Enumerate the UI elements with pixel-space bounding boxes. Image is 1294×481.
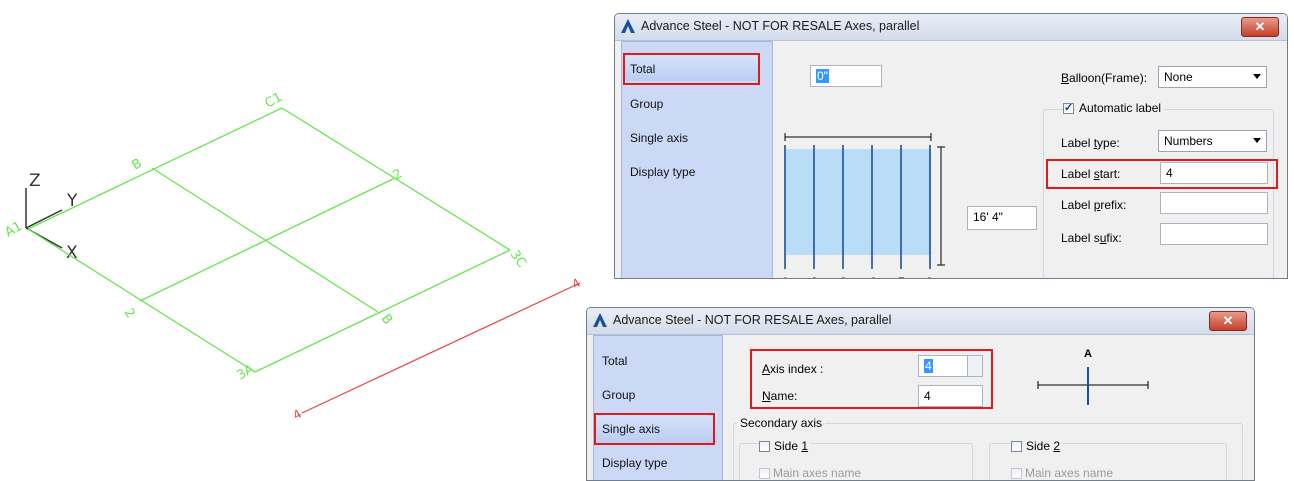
side1-checkbox[interactable] (759, 441, 770, 452)
name-value: 4 (924, 389, 931, 403)
name-input[interactable]: 4 (918, 385, 983, 407)
grid-label-3a: 3A (235, 362, 257, 384)
distance-input[interactable]: 0" (810, 65, 882, 87)
dialog1-highlight-total (623, 53, 760, 85)
grid-labels: C1 B 2 3C A1 2 B 3A (3, 90, 529, 384)
dialog1-close-button[interactable]: ✕ (1241, 17, 1279, 37)
dialog1-nav-group[interactable]: Group (630, 97, 663, 111)
label-type-select[interactable]: Numbers (1158, 130, 1267, 152)
axis-grid (27, 107, 511, 373)
secondary-axis-title: Secondary axis (737, 416, 826, 430)
width-input[interactable]: 16' 4" (967, 206, 1037, 230)
axis-number-6: 6 (926, 275, 933, 278)
red-dimension-line (301, 282, 581, 414)
axis-number-5: 5 (898, 275, 905, 278)
balloon-frame-select[interactable]: None (1158, 66, 1267, 88)
single-axis-preview (1037, 367, 1149, 405)
dialog-axes-single: Advance Steel - NOT FOR RESALE Axes, par… (586, 307, 1255, 481)
distance-value: 0" (816, 69, 829, 83)
main-axes-name-2-checkbox[interactable] (1011, 468, 1022, 479)
main-axes-name-1-label: Main axes name (773, 466, 862, 480)
side1-label: Side 1 (771, 439, 812, 453)
dialog2-titlebar[interactable]: Advance Steel - NOT FOR RESALE Axes, par… (587, 308, 1254, 335)
red-label-start: 4 (291, 407, 305, 423)
main-axes-name-2-label: Main axes name (1025, 466, 1114, 480)
dialog2-nav-total[interactable]: Total (602, 354, 627, 368)
ucs-z-label: Z (29, 171, 41, 191)
axis-number-4: 4 (869, 275, 876, 278)
dialog-axes-total: Advance Steel - NOT FOR RESALE Axes, par… (614, 13, 1288, 279)
grid-label-3c: 3C (507, 248, 529, 271)
dialog2-body: Total Group Single axis Display type Axi… (587, 335, 1254, 480)
chevron-down-icon (1253, 138, 1261, 143)
automatic-label-checkbox[interactable] (1063, 101, 1074, 114)
grid-label-b-top: B (130, 156, 145, 173)
grid-label-2-bottom: 2 (121, 306, 138, 321)
axis-index-spinner[interactable] (967, 356, 982, 376)
dialog2-nav: Total Group Single axis Display type (593, 335, 723, 480)
dialog1-nav-single-axis[interactable]: Single axis (630, 131, 688, 145)
label-prefix-input[interactable] (1160, 192, 1268, 214)
label-type-value: Numbers (1164, 134, 1213, 148)
main-axes-name-1-checkbox[interactable] (759, 468, 770, 479)
dialog1-titlebar[interactable]: Advance Steel - NOT FOR RESALE Axes, par… (615, 14, 1287, 41)
label-sufix-input[interactable] (1160, 223, 1268, 245)
axis-index-label: Axis index : (762, 362, 824, 376)
label-start-input[interactable]: 4 (1160, 162, 1268, 184)
axis-index-input[interactable]: 4 (918, 355, 983, 377)
label-start-value: 4 (1166, 166, 1173, 180)
name-label: Name: (762, 389, 798, 403)
automatic-label-text: Automatic label (1076, 101, 1165, 115)
dialog2-nav-group[interactable]: Group (602, 388, 635, 402)
axis-number-3: 3 (840, 275, 847, 278)
dialog1-title: Advance Steel - NOT FOR RESALE Axes, par… (641, 19, 920, 33)
advance-steel-icon (593, 313, 607, 327)
label-prefix-label: Label prefix: (1061, 198, 1127, 212)
label-type-label: Label type: (1061, 136, 1120, 150)
dialog2-highlight-single-axis (594, 413, 715, 445)
grid-label-b-bottom: B (378, 312, 395, 328)
axis-number-1: 1 (782, 275, 789, 278)
dialog2-title: Advance Steel - NOT FOR RESALE Axes, par… (613, 313, 892, 327)
axes-preview (784, 133, 945, 269)
preview-axis-letter: A (1084, 348, 1092, 360)
dialog1-nav-display-type[interactable]: Display type (630, 165, 695, 179)
side2-checkbox[interactable] (1011, 441, 1022, 452)
label-sufix-label: Label sufix: (1061, 231, 1122, 245)
chevron-down-icon (1253, 74, 1261, 79)
advance-steel-icon (621, 19, 635, 33)
dialog2-close-button[interactable]: ✕ (1209, 311, 1247, 331)
grid-label-2-right: 2 (391, 166, 406, 183)
axis-number-2: 2 (811, 275, 818, 278)
label-start-label: Label start: (1061, 167, 1121, 181)
grid-label-a1: A1 (3, 219, 25, 241)
side2-label: Side 2 (1023, 439, 1064, 453)
axis-index-value: 4 (924, 359, 933, 373)
dialog1-body: Total Group Single axis Display type 0" (615, 41, 1287, 278)
width-value: 16' 4" (973, 210, 1003, 224)
dialog2-nav-display-type[interactable]: Display type (602, 456, 667, 470)
balloon-frame-value: None (1164, 70, 1193, 84)
balloon-frame-label: Balloon(Frame): (1061, 71, 1148, 85)
red-label-end: 4 (570, 276, 584, 292)
